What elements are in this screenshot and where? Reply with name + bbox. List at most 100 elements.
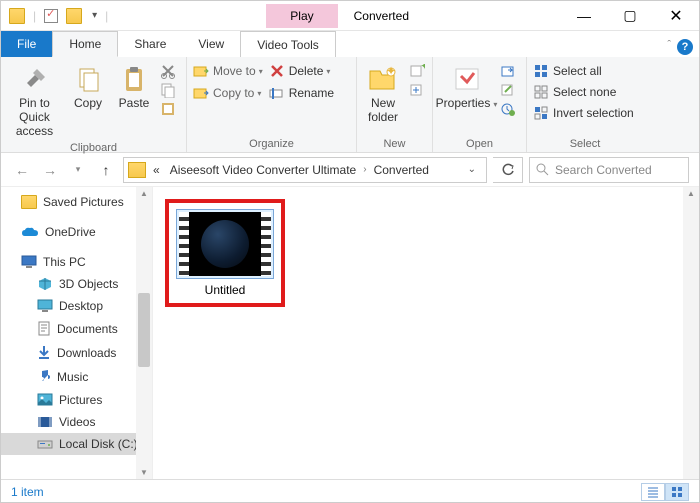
properties-button[interactable]: Properties▾ [439,61,494,113]
app-folder-icon [9,8,25,24]
content-scrollbar[interactable]: ▲ [683,187,699,479]
sidebar-item-desktop[interactable]: Desktop [1,295,152,317]
sidebar-item-downloads[interactable]: Downloads [1,341,152,365]
details-view-button[interactable] [641,483,665,501]
qat-divider: | [105,9,108,23]
rename-icon [269,85,285,101]
easy-access-icon[interactable] [409,82,425,98]
sidebar-item-3d-objects[interactable]: 3D Objects [1,273,152,295]
search-placeholder: Search Converted [555,163,652,177]
copy-to-button[interactable]: Copy to▾ [193,85,263,101]
copy-to-icon [193,85,209,101]
address-folder-icon [128,162,146,178]
contextual-tab-header: Play [266,4,337,28]
status-item-count: 1 item [11,485,44,499]
sidebar-item-local-disk-c[interactable]: Local Disk (C:) [1,433,152,455]
onedrive-icon [21,226,39,238]
refresh-button[interactable] [493,157,523,183]
search-input[interactable]: Search Converted [529,157,689,183]
address-dropdown-icon[interactable]: ⌄ [462,164,482,175]
chevron-right-icon[interactable]: › [363,164,366,175]
nav-forward-button[interactable]: → [39,159,61,181]
ribbon-tabs: File Home Share View Video Tools [1,31,699,57]
thumbnails-view-button[interactable] [665,483,689,501]
select-all-button[interactable]: Select all [533,63,634,79]
select-all-icon [533,63,549,79]
scrollbar-thumb[interactable] [138,293,150,367]
select-none-button[interactable]: Select none [533,84,634,100]
copy-path-icon[interactable] [160,82,176,98]
qat-properties-icon[interactable] [44,9,58,23]
paste-shortcut-icon[interactable] [160,101,176,117]
group-label-select: Select [533,136,637,150]
window-title: Converted [354,9,409,23]
tab-view[interactable]: View [182,31,240,57]
nav-recent-dropdown[interactable]: ▾ [67,159,89,181]
documents-icon [37,321,51,337]
sidebar-item-this-pc[interactable]: This PC [1,251,152,273]
tab-share[interactable]: Share [118,31,182,57]
help-icon[interactable]: ? [677,39,693,55]
this-pc-icon [21,255,37,269]
cut-icon[interactable] [160,63,176,79]
scroll-down-icon[interactable]: ▼ [140,468,148,477]
navigation-bar: ← → ▾ ↑ « Aiseesoft Video Converter Ulti… [1,153,699,187]
videos-icon [37,415,53,429]
paste-button[interactable]: Paste [114,61,154,113]
sidebar-item-pictures[interactable]: Pictures [1,389,152,411]
group-label-new: New [363,136,426,150]
group-label-clipboard: Clipboard [7,140,180,154]
open-icon[interactable] [500,63,516,79]
video-thumbnail-icon [179,212,271,276]
svg-text:✦: ✦ [420,64,425,73]
downloads-icon [37,345,51,361]
qat-customize-icon[interactable]: ▾ [92,10,97,21]
status-bar: 1 item [1,479,699,503]
pictures-icon [37,393,53,407]
pin-to-quick-access-button[interactable]: Pin to Quick access [7,61,62,140]
scroll-up-icon[interactable]: ▲ [687,189,695,198]
paste-icon [118,63,150,95]
minimize-button[interactable]: — [561,1,607,31]
svg-text:✦: ✦ [386,65,396,78]
nav-up-button[interactable]: ↑ [95,159,117,181]
close-button[interactable]: ✕ [653,1,699,31]
delete-icon [269,63,285,79]
new-folder-button[interactable]: ✦ New folder [363,61,403,127]
ribbon: ˆ ? Pin to Quick access Copy Paste Clipb… [1,57,699,153]
sidebar-item-music[interactable]: Music [1,365,152,389]
group-label-open: Open [439,136,520,150]
move-to-button[interactable]: Move to▾ [193,63,263,79]
music-icon [37,369,51,385]
sidebar-item-videos[interactable]: Videos [1,411,152,433]
sidebar-item-documents[interactable]: Documents [1,317,152,341]
file-name-label[interactable]: Untitled [205,283,246,297]
new-item-icon[interactable]: ✦ [409,63,425,79]
content-pane[interactable]: Untitled ▲ [153,187,699,479]
breadcrumb-segment[interactable]: Converted [371,163,432,177]
copy-button[interactable]: Copy [68,61,108,113]
scroll-up-icon[interactable]: ▲ [140,189,148,198]
file-selection[interactable] [176,209,274,279]
properties-icon [451,63,483,95]
rename-button[interactable]: Rename [269,85,334,101]
drive-icon [37,437,53,451]
sidebar-item-onedrive[interactable]: OneDrive [1,221,152,243]
history-icon[interactable] [500,101,516,117]
nav-back-button[interactable]: ← [11,159,33,181]
select-none-icon [533,84,549,100]
ribbon-collapse-icon[interactable]: ˆ [667,39,671,51]
tab-home[interactable]: Home [52,31,118,57]
sidebar-item-saved-pictures[interactable]: Saved Pictures [1,191,152,213]
tab-file[interactable]: File [1,31,52,57]
edit-icon[interactable] [500,82,516,98]
invert-selection-button[interactable]: Invert selection [533,105,634,121]
qat-folder-icon[interactable] [66,8,82,24]
tab-video-tools[interactable]: Video Tools [240,31,336,57]
pin-icon [19,63,51,95]
maximize-button[interactable]: ▢ [607,1,653,31]
address-bar[interactable]: « Aiseesoft Video Converter Ultimate › C… [123,157,487,183]
folder-icon [21,195,37,209]
breadcrumb-segment[interactable]: Aiseesoft Video Converter Ultimate [167,163,360,177]
delete-button[interactable]: Delete▾ [269,63,334,79]
